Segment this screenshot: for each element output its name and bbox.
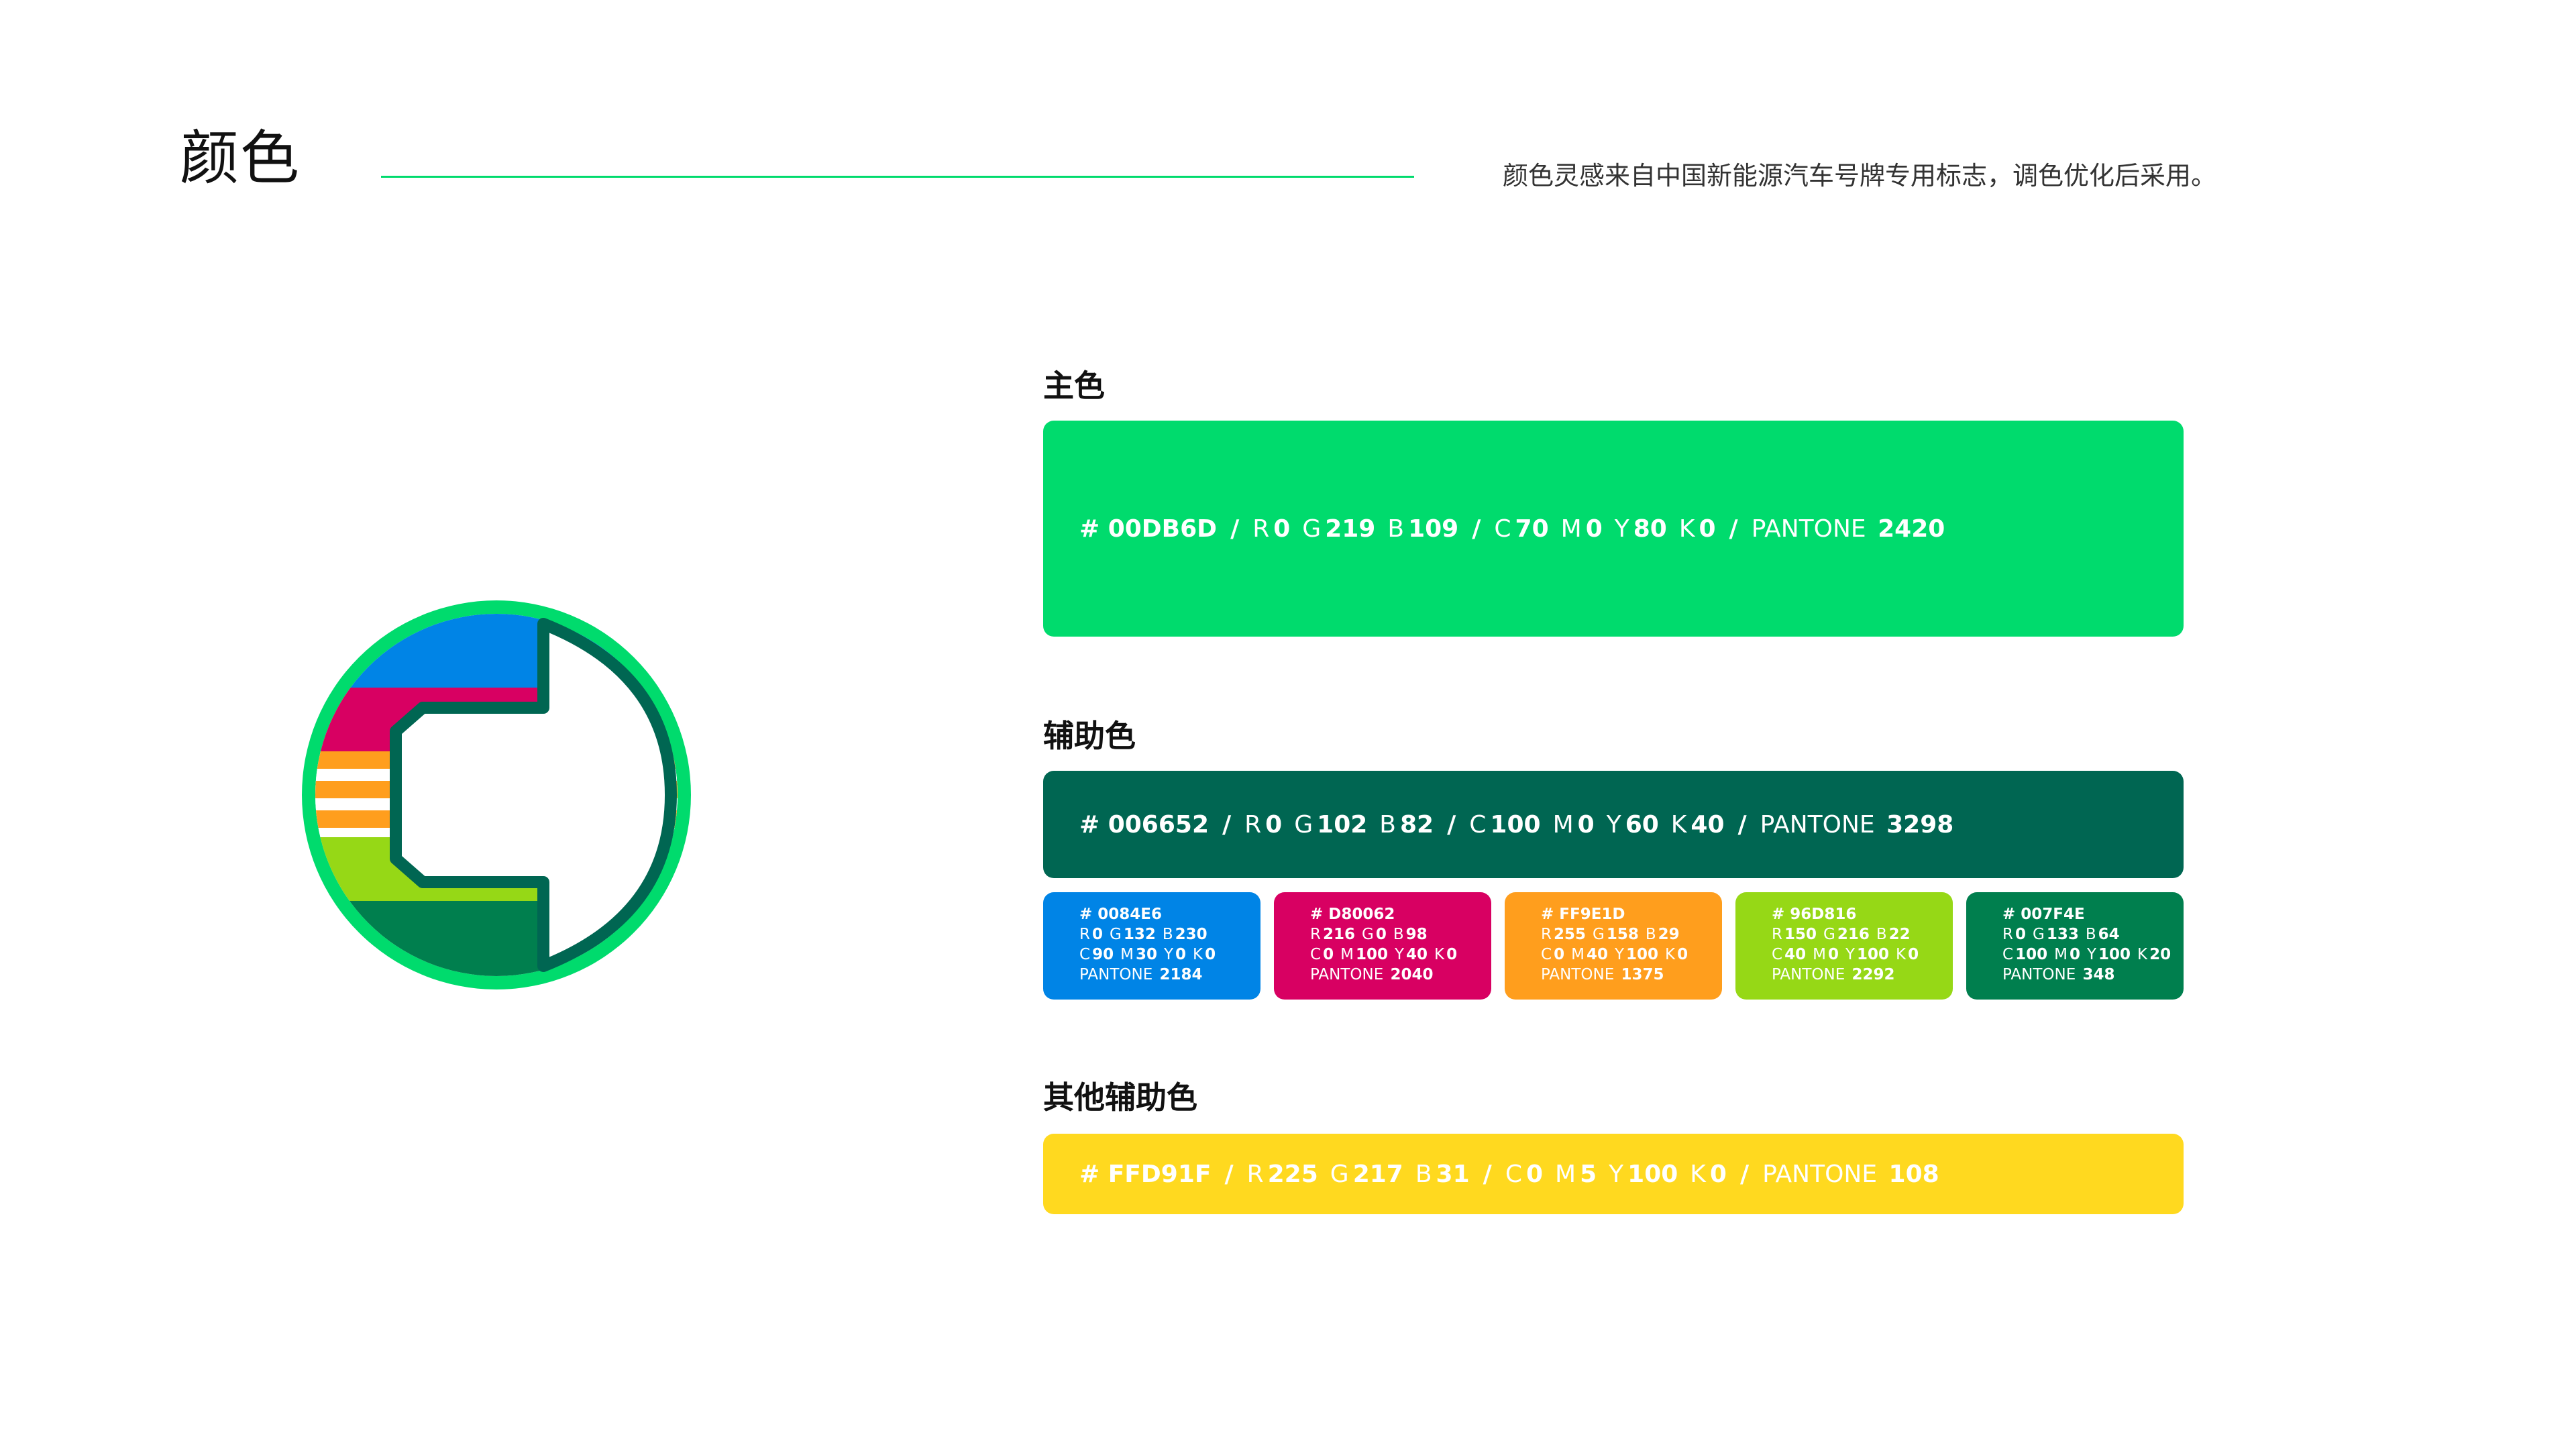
primary-color-swatch: # 00DB6D / R0 G 219 B 109 / C 70 M0 Y 80 K0 … xyxy=(1043,421,2184,637)
secondary-hex: # 006652 xyxy=(1079,810,1209,839)
new-energy-emblem-logo xyxy=(302,600,691,989)
header-note: 颜色灵感来自中国新能源汽车号牌专用标志，调色优化后采用。 xyxy=(1503,161,2217,191)
primary-hex: # 00DB6D xyxy=(1079,515,1218,543)
page-title: 颜色 xyxy=(180,123,301,193)
secondary-swatch-lime: # 96D816 R 150 G 216 B 22 C 40 M 0 Y 100 K 0 PANTONE… xyxy=(1735,892,1953,1000)
other-hex: # FFD91F xyxy=(1079,1160,1212,1188)
secondary-color-label: 辅助色 xyxy=(1043,718,1136,754)
secondary-main-swatch: # 006652 / R0 G 102 B 82 / C 100 M0 Y 60 K 40… xyxy=(1043,771,2184,878)
secondary-swatch-orange: # FF9E1D R 255 G 158 B 29 C 0 M 40 Y 100 K 0 PANTONE… xyxy=(1505,892,1722,1000)
other-color-label: 其他辅助色 xyxy=(1043,1079,1197,1116)
secondary-swatch-row: # 0084E6 R 0 G 132 B 230 C 90 M 30 Y 0 K 0 PANTONE 2… xyxy=(1043,892,2184,1000)
secondary-swatch-blue: # 0084E6 R 0 G 132 B 230 C 90 M 30 Y 0 K 0 PANTONE 2… xyxy=(1043,892,1260,1000)
title-divider xyxy=(381,176,1414,178)
primary-color-label: 主色 xyxy=(1043,368,1105,404)
other-color-swatch: # FFD91F / R 225 G 217 B 31 / C0 M5 Y 100 K0… xyxy=(1043,1134,2184,1214)
secondary-swatch-darkgreen: # 007F4E R 0 G 133 B 64 C 100 M 0 Y 100 K 20 PANTONE… xyxy=(1966,892,2184,1000)
secondary-swatch-magenta: # D80062 R 216 G 0 B 98 C 0 M 100 Y 40 K 0 PANTONE 2… xyxy=(1274,892,1491,1000)
